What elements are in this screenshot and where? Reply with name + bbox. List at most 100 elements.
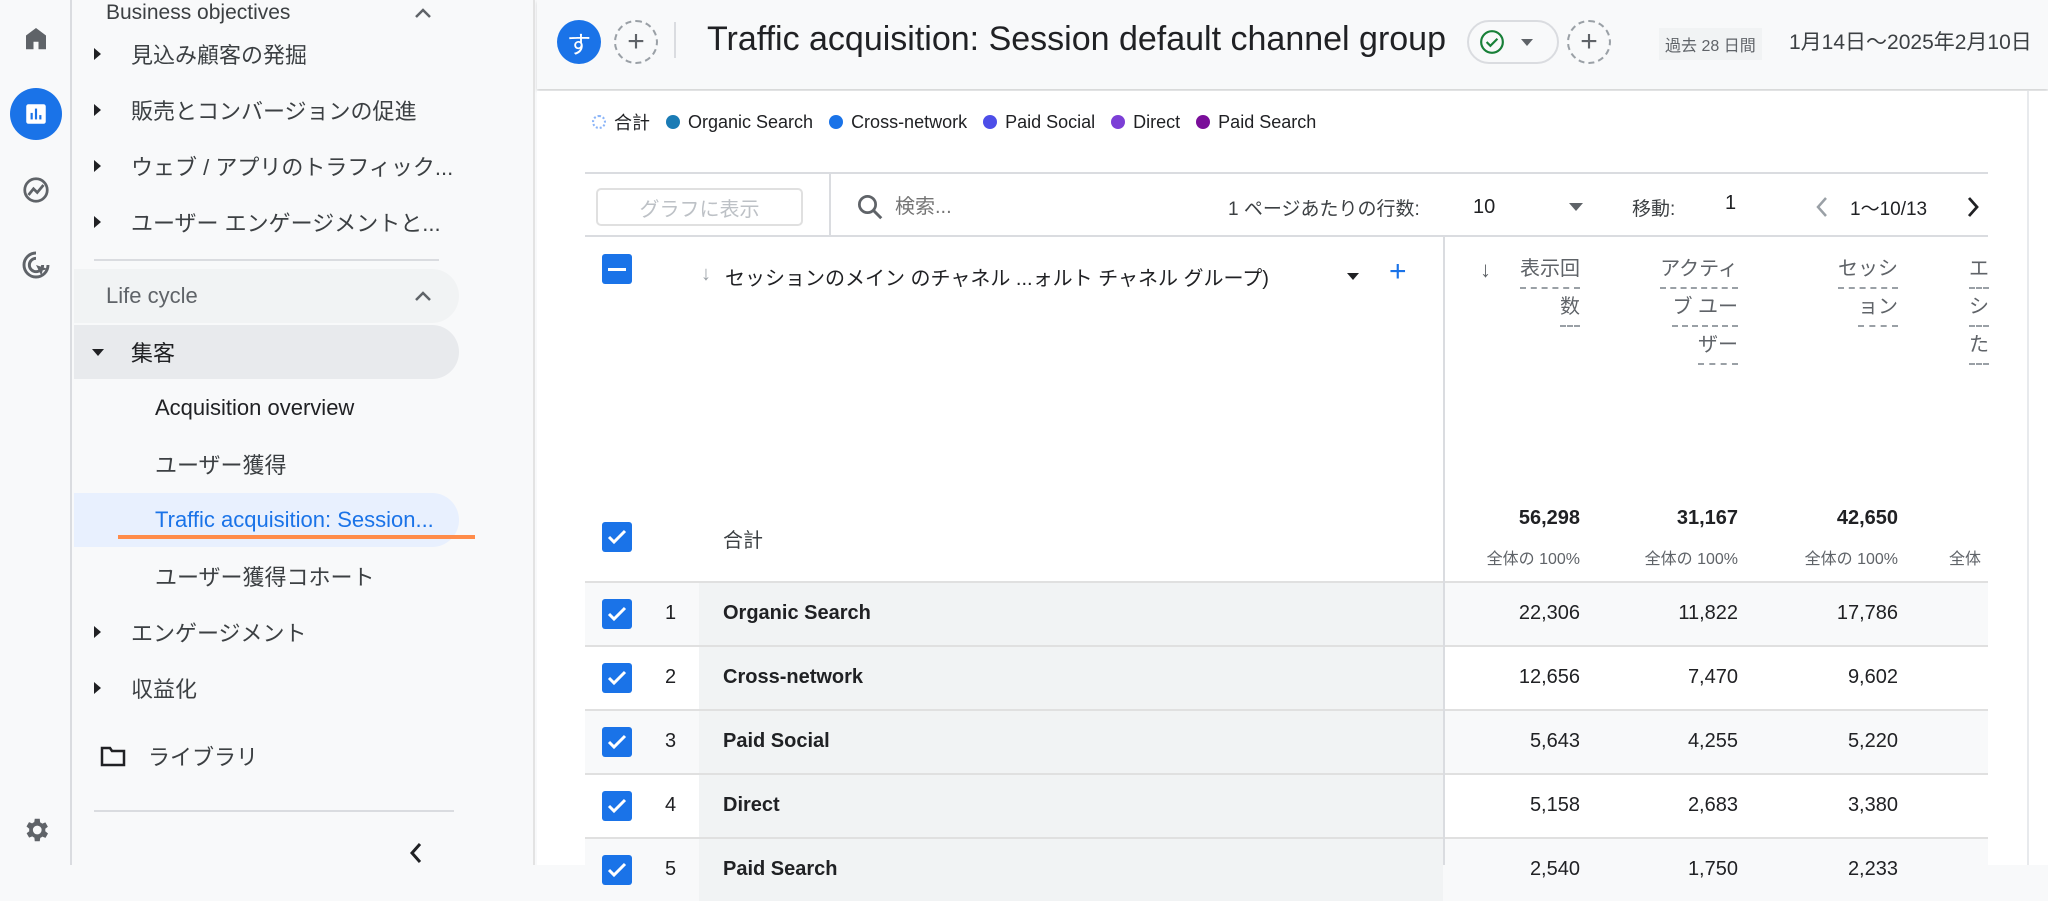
chart-legend: 合計 Organic Search Cross-network Paid Social… bbox=[592, 109, 1332, 135]
channel-name[interactable]: Paid Search bbox=[723, 858, 838, 881]
rows-per-page-value: 10 bbox=[1473, 195, 1496, 218]
check-icon bbox=[607, 798, 627, 814]
legend-label: 合計 bbox=[614, 113, 650, 133]
chevron-up-icon[interactable] bbox=[414, 7, 432, 19]
sort-arrow-icon[interactable]: ↓ bbox=[701, 263, 711, 286]
channel-name[interactable]: Organic Search bbox=[723, 602, 871, 625]
search-input[interactable] bbox=[895, 191, 1195, 223]
table-row[interactable]: 2 Cross-network 12,656 7,470 9,602 bbox=[585, 645, 1988, 709]
row-checkbox[interactable] bbox=[602, 663, 632, 693]
legend-item[interactable]: 合計 bbox=[592, 109, 650, 135]
metric-value: 5,643 bbox=[1529, 730, 1580, 752]
check-icon bbox=[607, 529, 627, 545]
sidebar-item-acquisition[interactable]: 集客 bbox=[74, 325, 459, 379]
divider bbox=[829, 174, 831, 235]
row-checkbox[interactable] bbox=[602, 855, 632, 885]
section-title: Business objectives bbox=[106, 1, 291, 24]
metric-header-engaged-sessions[interactable]: エシた bbox=[1969, 251, 2009, 371]
total-value: 42,650 bbox=[1836, 507, 1898, 529]
plus-icon: + bbox=[1580, 25, 1598, 58]
expand-icon bbox=[94, 216, 101, 228]
sidebar: Business objectives 見込み顧客の発掘 販売とコンバージョンの… bbox=[74, 0, 535, 865]
legend-dot-icon bbox=[1111, 115, 1126, 129]
expand-icon bbox=[94, 682, 101, 694]
table-row[interactable]: 4 Direct 5,158 2,683 3,380 bbox=[585, 773, 1988, 837]
scrollbar-track[interactable] bbox=[2027, 91, 2029, 865]
sidebar-item-label: Traffic acquisition: Session... bbox=[155, 507, 434, 532]
sidebar-item-label: ウェブ / アプリのトラフィック... bbox=[131, 155, 454, 180]
metric-value: 17,786 bbox=[1836, 602, 1898, 624]
page-range: 1〜10/13 bbox=[1850, 199, 1928, 220]
metric-value: 7,470 bbox=[1687, 666, 1738, 688]
row-checkbox[interactable] bbox=[602, 599, 632, 629]
metric-value: 22,306 bbox=[1518, 602, 1580, 624]
dimension-dropdown-icon[interactable] bbox=[1347, 273, 1359, 280]
sidebar-item-label: ユーザー エンゲージメントと... bbox=[131, 211, 441, 236]
total-percent: 全体 bbox=[1949, 551, 1982, 568]
totals-checkbox[interactable] bbox=[602, 522, 632, 552]
channel-name[interactable]: Cross-network bbox=[723, 666, 863, 689]
expand-icon bbox=[94, 48, 101, 60]
metric-header-sessions[interactable]: セッシ ョン bbox=[1748, 251, 1898, 327]
sidebar-item-label: 販売とコンバージョンの促進 bbox=[131, 99, 417, 124]
metric-value: 1,750 bbox=[1687, 858, 1738, 880]
divider bbox=[94, 810, 454, 812]
check-icon bbox=[607, 670, 627, 686]
row-checkbox[interactable] bbox=[602, 727, 632, 757]
sidebar-item-label: ユーザー獲得 bbox=[155, 453, 287, 478]
dropdown-arrow-icon bbox=[1569, 203, 1583, 211]
metric-header-views[interactable]: 表示回数 bbox=[1430, 251, 1580, 327]
plot-rows-button[interactable]: グラフに表示 bbox=[596, 188, 803, 226]
goto-label: 移動: bbox=[1632, 199, 1676, 220]
lifecycle-header[interactable]: Life cycle bbox=[74, 269, 459, 323]
add-comparison-button[interactable]: + bbox=[614, 20, 658, 64]
settings-icon[interactable] bbox=[12, 806, 60, 854]
metric-value: 2,233 bbox=[1847, 858, 1898, 880]
folder-icon bbox=[100, 746, 126, 767]
advertising-icon[interactable] bbox=[12, 241, 60, 289]
metric-value: 5,158 bbox=[1529, 794, 1580, 816]
legend-item[interactable]: Paid Search bbox=[1196, 112, 1316, 133]
select-all-checkbox[interactable] bbox=[602, 254, 632, 284]
legend-dot-icon bbox=[1196, 115, 1211, 129]
comparison-avatar[interactable]: す bbox=[557, 20, 601, 64]
row-number: 3 bbox=[665, 730, 677, 752]
row-number: 5 bbox=[665, 858, 677, 880]
dimension-header[interactable]: セッションのメイン のチャネル ...ォルト チャネル グループ) bbox=[725, 262, 1269, 291]
totals-label: 合計 bbox=[723, 530, 763, 552]
add-dimension-button[interactable]: + bbox=[1389, 255, 1407, 289]
report-content: 合計 Organic Search Cross-network Paid Social… bbox=[537, 91, 2048, 901]
prev-page-icon[interactable] bbox=[1814, 195, 1830, 219]
next-page-icon[interactable] bbox=[1965, 195, 1981, 219]
legend-item[interactable]: Direct bbox=[1111, 112, 1180, 133]
legend-dot-icon bbox=[666, 115, 680, 129]
page-title: Traffic acquisition: Session default cha… bbox=[707, 20, 1447, 58]
metric-header-active-users[interactable]: アクティブ ユー ザー bbox=[1588, 251, 1738, 365]
expand-icon bbox=[94, 626, 101, 638]
legend-label: Paid Social bbox=[1005, 111, 1096, 132]
collapse-sidebar-icon[interactable] bbox=[408, 842, 424, 864]
channel-name[interactable]: Direct bbox=[723, 794, 780, 817]
row-checkbox[interactable] bbox=[602, 791, 632, 821]
legend-item[interactable]: Organic Search bbox=[666, 112, 813, 133]
add-filter-button[interactable]: + bbox=[1567, 20, 1611, 64]
date-range[interactable]: 1月14日〜2025年2月10日 bbox=[1789, 26, 2032, 56]
legend-item[interactable]: Paid Social bbox=[983, 112, 1095, 133]
table-row[interactable]: 3 Paid Social 5,643 4,255 5,220 bbox=[585, 709, 1988, 773]
status-dropdown[interactable] bbox=[1467, 20, 1559, 64]
legend-label: Paid Search bbox=[1218, 111, 1317, 132]
metric-value: 5,220 bbox=[1847, 730, 1898, 752]
goto-page-input[interactable]: 1 bbox=[1725, 192, 1736, 215]
table-row[interactable]: 5 Paid Search 2,540 1,750 2,233 bbox=[585, 837, 1988, 901]
total-value: 31,167 bbox=[1676, 507, 1738, 529]
legend-dot-icon bbox=[592, 115, 606, 129]
legend-item[interactable]: Cross-network bbox=[829, 112, 967, 133]
reports-icon[interactable] bbox=[10, 88, 62, 140]
channel-name[interactable]: Paid Social bbox=[723, 730, 830, 753]
rows-per-page-select[interactable]: 10 bbox=[1473, 192, 1583, 222]
explore-icon[interactable] bbox=[12, 166, 60, 214]
table-row[interactable]: 1 Organic Search 22,306 11,822 17,786 bbox=[585, 581, 1988, 645]
check-icon bbox=[607, 862, 627, 878]
sidebar-item-label: エンゲージメント bbox=[131, 621, 307, 646]
home-icon[interactable] bbox=[12, 14, 60, 62]
